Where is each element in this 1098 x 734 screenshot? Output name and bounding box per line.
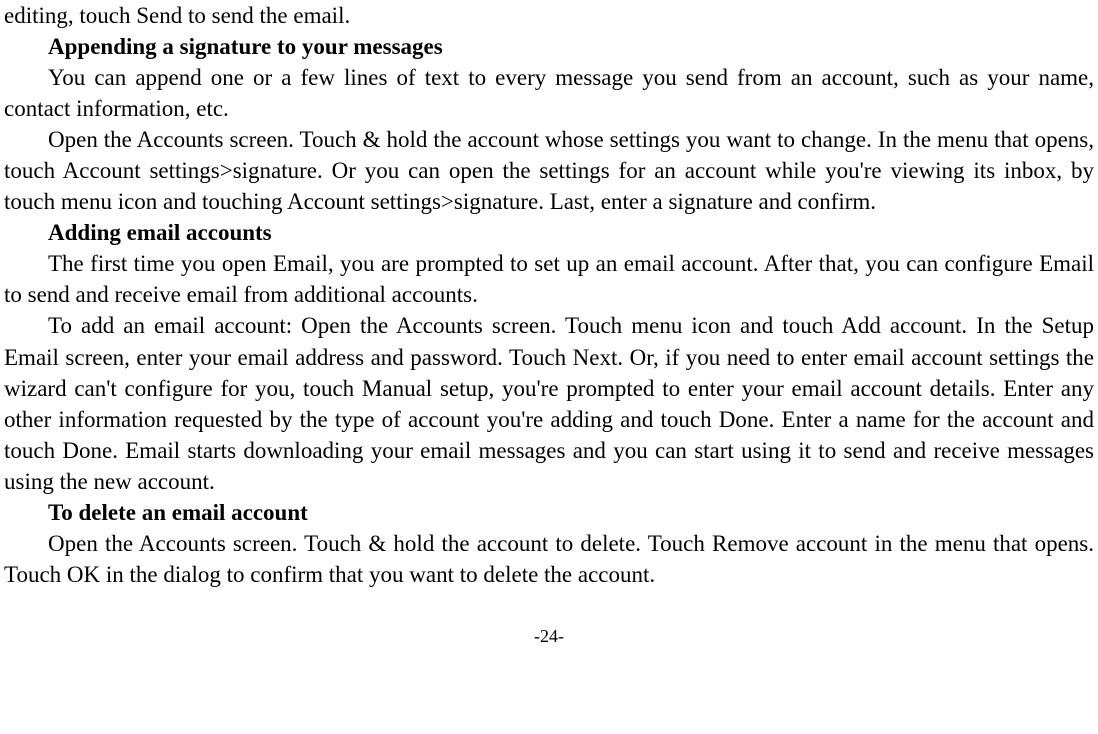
page-number: -24- [4, 624, 1094, 648]
heading-delete-account: To delete an email account [4, 497, 1094, 528]
paragraph-signature-steps: Open the Accounts screen. Touch & hold t… [4, 124, 1094, 217]
paragraph-delete-steps: Open the Accounts screen. Touch & hold t… [4, 528, 1094, 590]
paragraph-adding-steps: To add an email account: Open the Accoun… [4, 310, 1094, 496]
paragraph-signature-desc: You can append one or a few lines of tex… [4, 62, 1094, 124]
heading-adding-accounts: Adding email accounts [4, 217, 1094, 248]
document-page: editing, touch Send to send the email. A… [0, 0, 1098, 648]
heading-appending-signature: Appending a signature to your messages [4, 31, 1094, 62]
paragraph-adding-desc: The first time you open Email, you are p… [4, 248, 1094, 310]
paragraph-intro: editing, touch Send to send the email. [4, 0, 1094, 31]
